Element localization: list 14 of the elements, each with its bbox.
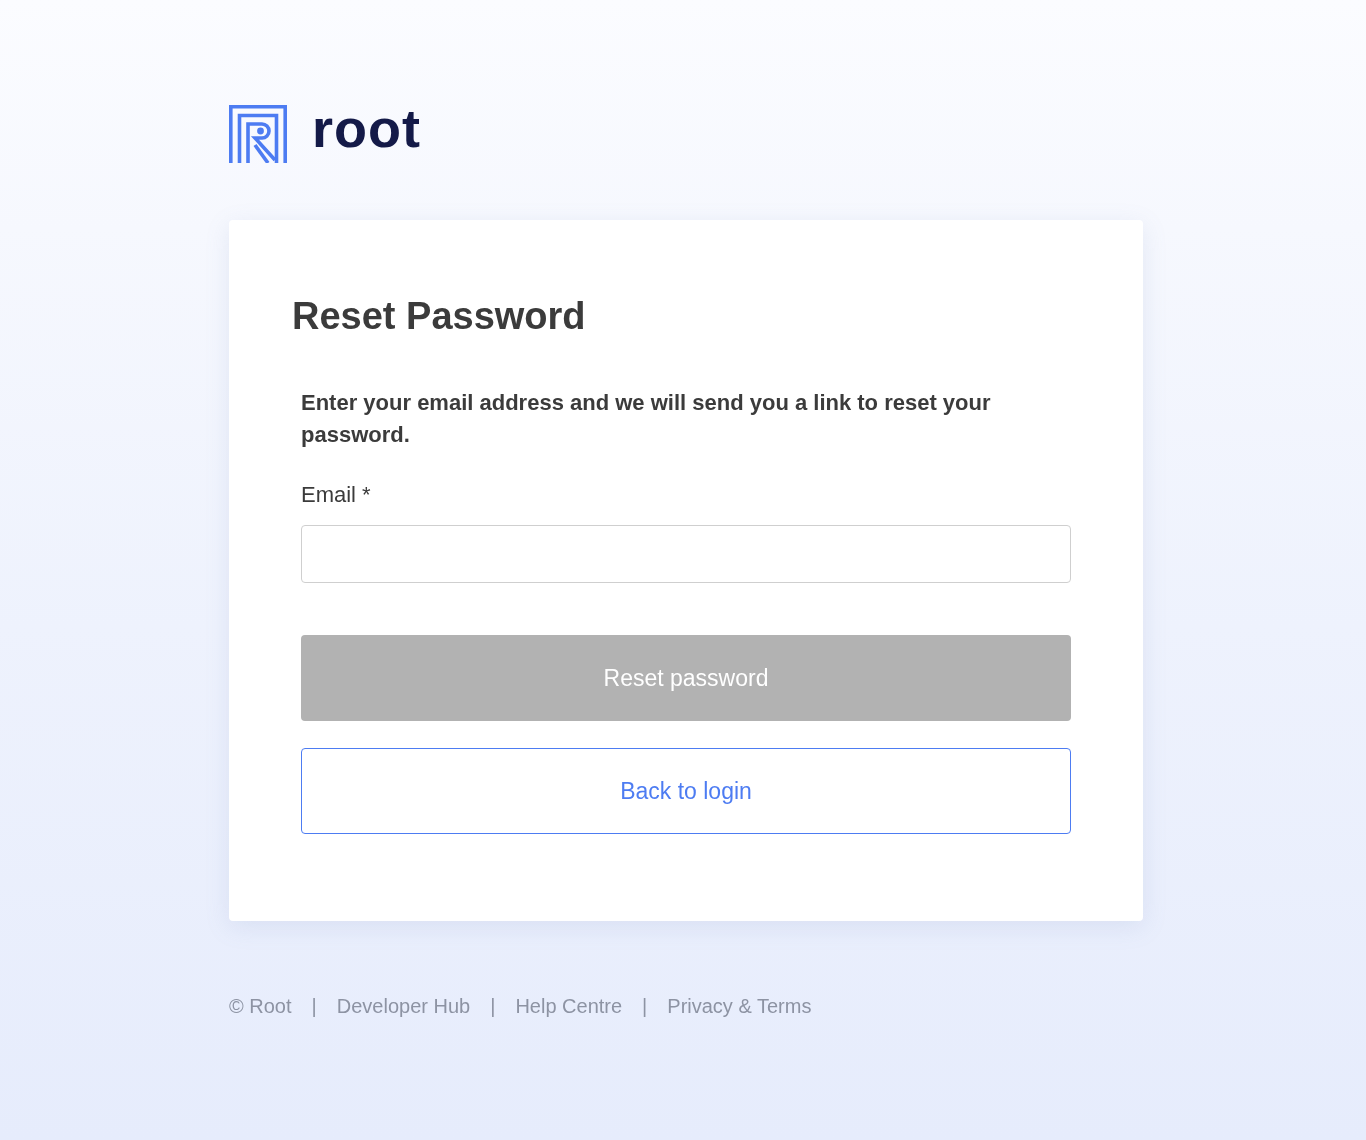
footer-link[interactable]: Privacy & Terms — [667, 993, 812, 1019]
back-to-login-button[interactable]: Back to login — [301, 748, 1071, 834]
copyright-text: © Root — [229, 994, 292, 1019]
email-label: Email * — [301, 481, 371, 509]
footer-separator: | — [490, 994, 496, 1019]
footer-separator: | — [642, 994, 648, 1019]
email-field[interactable] — [301, 525, 1071, 583]
instruction-text: Enter your email address and we will send you a link to reset your password. — [301, 389, 992, 449]
page-title: Reset Password — [292, 294, 587, 339]
footer-link[interactable]: Help Centre — [515, 993, 623, 1019]
footer-link[interactable]: Developer Hub — [336, 993, 471, 1019]
logo-icon — [229, 105, 287, 163]
brand-name: root — [312, 101, 421, 155]
footer-separator: | — [311, 994, 317, 1019]
